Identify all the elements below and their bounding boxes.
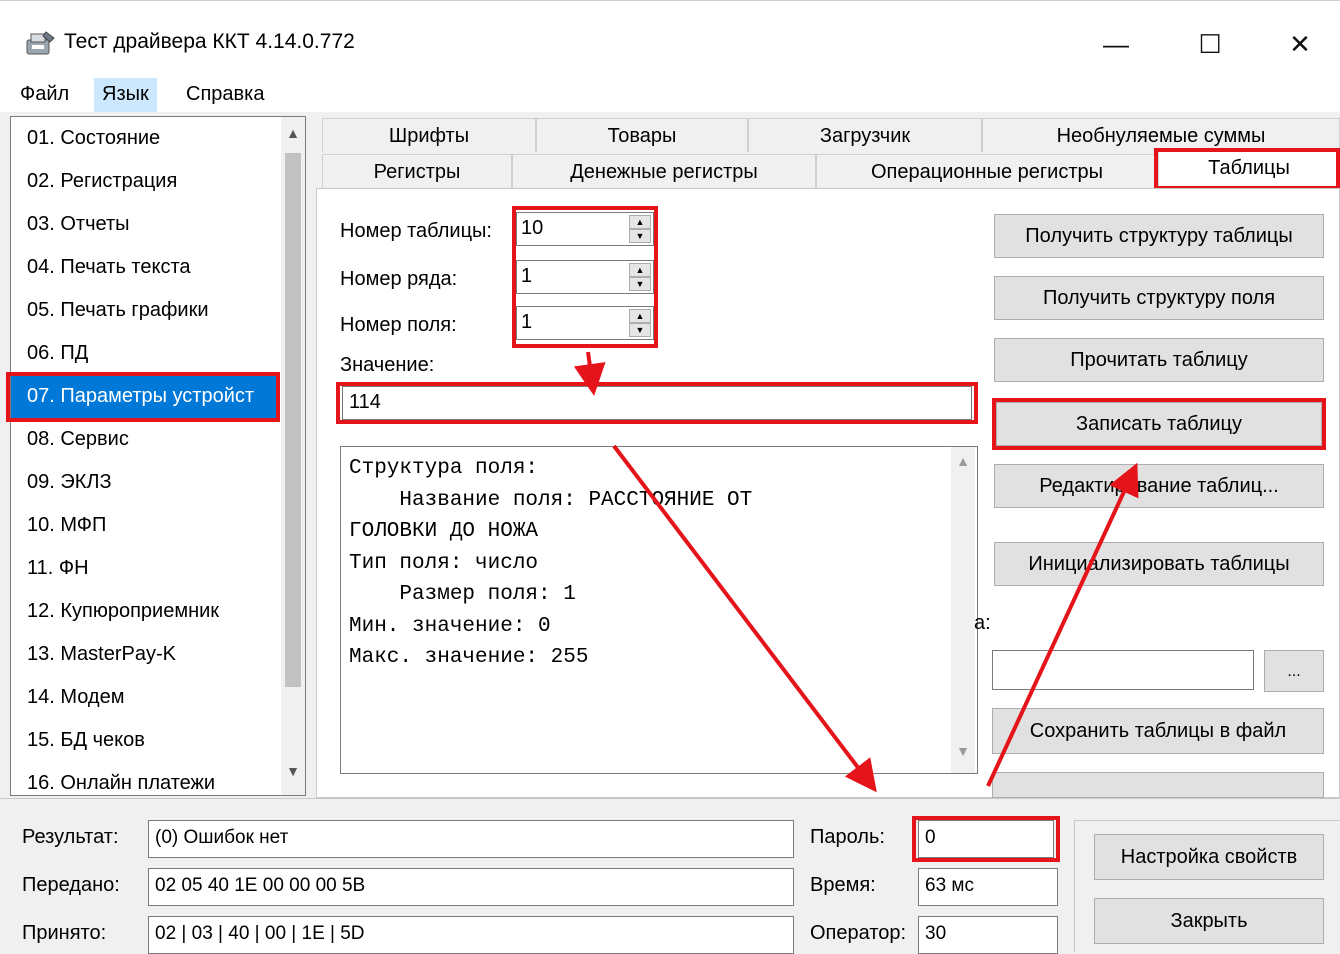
received-label: Принято: [22,922,107,944]
nav-item-service[interactable]: 08. Сервис [11,418,279,461]
minimize-button[interactable]: — [1076,14,1156,74]
stepper-down-icon[interactable]: ▼ [629,323,651,337]
table-number-label: Номер таблицы: [340,220,492,242]
tab-operation-registers[interactable]: Операционные регистры [816,154,1158,188]
tab-fonts[interactable]: Шрифты [322,118,536,152]
table-number-stepper[interactable]: 10 ▲ ▼ [516,212,654,246]
time-label: Время: [810,874,876,896]
operator-label: Оператор: [810,922,907,944]
result-label: Результат: [22,826,119,848]
nav-item-bill-acceptor[interactable]: 12. Купюроприемник [11,590,279,633]
stepper-down-icon[interactable]: ▼ [629,277,651,291]
close-window-button[interactable]: ✕ [1260,14,1340,74]
field-structure-text: Структура поля: Название поля: РАССТОЯНИ… [349,457,753,669]
row-number-value: 1 [521,265,533,287]
time-field: 63 мс [918,868,1058,906]
nav-item-status[interactable]: 01. Состояние [11,117,279,160]
stepper-down-icon[interactable]: ▼ [629,229,651,243]
menu-help[interactable]: Справка [178,78,272,112]
nav-item-print-graphics[interactable]: 05. Печать графики [11,289,279,332]
scroll-down-icon[interactable]: ▼ [951,743,975,759]
tab-goods[interactable]: Товары [536,118,748,152]
nav-item-modem[interactable]: 14. Модем [11,676,279,719]
nav-item-mfp[interactable]: 10. МФП [11,504,279,547]
section-list-scrollbar[interactable]: ▲ ▼ [281,117,305,795]
scroll-down-icon[interactable]: ▼ [281,757,305,785]
edit-tables-button[interactable]: Редактирование таблиц... [994,464,1324,508]
operator-field[interactable]: 30 [918,916,1058,954]
field-number-value: 1 [521,311,533,333]
row-number-label: Номер ряда: [340,268,458,290]
close-button[interactable]: Закрыть [1094,898,1324,944]
nav-item-fn[interactable]: 11. ФН [11,547,279,590]
nav-item-print-text[interactable]: 04. Печать текста [11,246,279,289]
window-title: Тест драйвера ККТ 4.14.0.772 [64,30,355,53]
field-number-stepper[interactable]: 1 ▲ ▼ [516,306,654,340]
password-input[interactable]: 0 [918,820,1054,858]
table-number-value: 10 [521,217,544,239]
tab-loader[interactable]: Загрузчик [748,118,982,152]
read-table-button[interactable]: Прочитать таблицу [994,338,1324,382]
nav-item-pd[interactable]: 06. ПД [11,332,279,375]
result-field: (0) Ошибок нет [148,820,794,858]
nav-item-reports[interactable]: 03. Отчеты [11,203,279,246]
write-table-button[interactable]: Записать таблицу [996,402,1322,446]
value-label: Значение: [340,354,435,376]
maximize-button[interactable]: ☐ [1170,14,1250,74]
nav-item-receipts-db[interactable]: 15. БД чеков [11,719,279,762]
menu-language[interactable]: Язык [94,78,157,112]
nav-item-online-payments[interactable]: 16. Онлайн платежи [11,762,279,795]
nav-item-eklz[interactable]: 09. ЭКЛЗ [11,461,279,504]
nav-item-registration[interactable]: 02. Регистрация [11,160,279,203]
tab-registers[interactable]: Регистры [322,154,512,188]
tab-non-reset-sums[interactable]: Необнуляемые суммы [982,118,1340,152]
field-structure-textbox[interactable]: Структура поля: Название поля: РАССТОЯНИ… [340,446,978,774]
file-path-input[interactable] [992,650,1254,690]
sent-field: 02 05 40 1E 00 00 00 5B [148,868,794,906]
menu-bar: Файл Язык Справка [0,78,1340,112]
partial-hidden-button[interactable] [992,772,1324,798]
get-field-structure-button[interactable]: Получить структуру поля [994,276,1324,320]
tab-money-registers[interactable]: Денежные регистры [512,154,816,188]
row-number-stepper[interactable]: 1 ▲ ▼ [516,260,654,294]
menu-file[interactable]: Файл [12,78,77,112]
browse-button[interactable]: ... [1264,650,1324,692]
password-label: Пароль: [810,826,885,848]
scroll-up-icon[interactable]: ▲ [281,119,305,147]
field-number-label: Номер поля: [340,314,457,336]
nav-item-masterpay[interactable]: 13. MasterPay-K [11,633,279,676]
value-input[interactable]: 114 [342,386,972,420]
textbox-scrollbar[interactable]: ▲ ▼ [951,447,975,773]
tab-tables[interactable]: Таблицы [1158,150,1340,190]
scrollbar-thumb[interactable] [285,153,301,687]
get-table-structure-button[interactable]: Получить структуру таблицы [994,214,1324,258]
stepper-up-icon[interactable]: ▲ [629,263,651,277]
file-label: а: [974,612,991,634]
save-tables-to-file-button[interactable]: Сохранить таблицы в файл [992,708,1324,754]
nav-item-device-params[interactable]: 07. Параметры устройст [11,375,279,418]
stepper-up-icon[interactable]: ▲ [629,309,651,323]
sent-label: Передано: [22,874,120,896]
scroll-up-icon[interactable]: ▲ [951,453,975,469]
section-list[interactable]: 01. Состояние 02. Регистрация 03. Отчеты… [10,116,306,796]
received-field: 02 | 03 | 40 | 00 | 1E | 5D [148,916,794,954]
settings-button[interactable]: Настройка свойств [1094,834,1324,880]
init-tables-button[interactable]: Инициализировать таблицы [994,542,1324,586]
app-icon [24,28,56,58]
stepper-up-icon[interactable]: ▲ [629,215,651,229]
